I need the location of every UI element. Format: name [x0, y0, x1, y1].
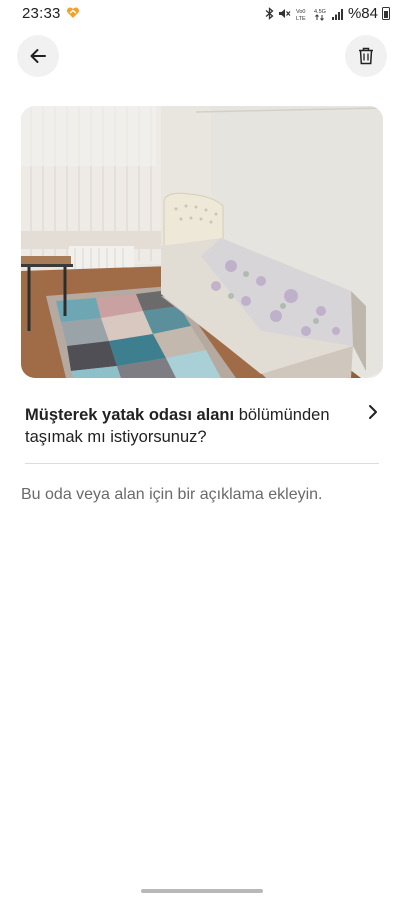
description-input[interactable]: Bu oda veya alan için bir açıklama ekley… [21, 486, 323, 504]
home-indicator[interactable] [141, 889, 263, 893]
svg-text:Vo0: Vo0 [296, 9, 305, 15]
trash-icon [359, 47, 373, 65]
status-icons: Vo0 LTE 4.5G %84 [265, 5, 390, 22]
heart-notification-icon [66, 7, 80, 18]
arrow-left-icon [30, 49, 46, 63]
delete-button[interactable] [345, 35, 387, 77]
back-button[interactable] [17, 35, 59, 77]
network-4.5g-icon: 4.5G [314, 9, 326, 21]
status-bar: 23:33 Vo0 LTE 4.5G %84 [0, 0, 404, 28]
bedroom-illustration [21, 106, 383, 378]
bedroom-photo[interactable] [21, 106, 383, 378]
divider [25, 463, 379, 464]
battery-percent: %84 [347, 5, 378, 22]
bluetooth-icon [265, 7, 274, 20]
signal-icon [331, 8, 343, 20]
status-time: 23:33 [22, 5, 61, 22]
mute-icon [278, 9, 291, 18]
battery-icon [382, 7, 390, 20]
move-room-prompt[interactable]: Müşterek yatak odası alanı bölümünden ta… [25, 400, 383, 450]
move-room-text: Müşterek yatak odası alanı bölümünden ta… [25, 404, 343, 448]
svg-text:LTE: LTE [296, 16, 306, 21]
chevron-right-icon [369, 405, 377, 419]
svg-text:4.5G: 4.5G [314, 9, 326, 15]
room-name: Müşterek yatak odası alanı [25, 406, 235, 424]
volte-icon: Vo0 LTE [296, 9, 306, 21]
